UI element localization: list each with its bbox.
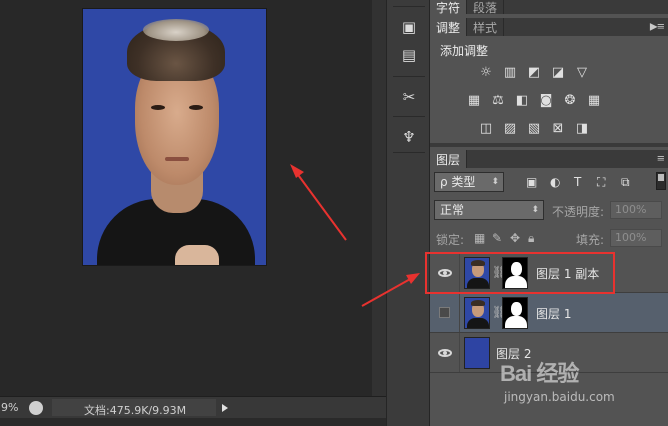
adjustments-panel-menu-icon[interactable]: ▶≡	[650, 22, 665, 33]
color-balance-icon[interactable]: ⚖	[490, 94, 506, 108]
adjustments-tab-bar: 调整 样式 ▶≡	[430, 18, 668, 36]
selective-color-icon[interactable]: ◨	[574, 122, 590, 136]
lock-row: 锁定: ▦ ✎ ✥ 🔒︎ 填充: 100%	[430, 226, 668, 252]
curves-icon[interactable]: ◩	[526, 66, 542, 80]
document-info: 文档:475.9K/9.93M	[84, 404, 187, 417]
adjustments-title: 添加调整	[440, 44, 489, 58]
blend-mode-value: 正常	[440, 203, 465, 217]
opacity-value: 100%	[615, 203, 647, 216]
opacity-field[interactable]: 100%	[610, 201, 662, 219]
layer-mask-thumbnail[interactable]	[502, 297, 528, 329]
brightness-icon[interactable]: ☼	[478, 66, 494, 80]
brushes-panel-icon[interactable]: ♆	[398, 126, 420, 148]
vibrance-icon[interactable]: ▽	[574, 66, 590, 80]
visibility-toggle[interactable]	[430, 293, 460, 332]
zoom-icon[interactable]	[29, 401, 43, 415]
bottom-strip	[0, 418, 386, 426]
filter-toggle[interactable]	[656, 172, 666, 190]
opacity-label: 不透明度:	[552, 205, 605, 219]
visibility-box	[439, 307, 450, 318]
document-canvas[interactable]	[0, 0, 372, 396]
layer-kind-label: ρ 类型	[440, 175, 476, 189]
watermark-logo: Bai 经验	[500, 361, 579, 386]
tool-presets-icon[interactable]: ✂	[398, 86, 420, 108]
channel-mixer-icon[interactable]: ❂	[562, 94, 578, 108]
layers-tab-bar: 图层 ≡	[430, 150, 668, 168]
layer-kind-filter[interactable]: ρ 类型 ⬍	[434, 172, 504, 192]
layer-thumbnail	[464, 337, 490, 369]
lock-transparent-icon[interactable]: ▦	[474, 231, 485, 245]
annotation-arrow-canvas	[290, 164, 347, 241]
blend-row: 正常 ⬍ 不透明度: 100%	[430, 198, 668, 224]
history-panel-icon[interactable]: ▣	[398, 16, 420, 38]
status-menu-arrow-icon[interactable]	[222, 404, 228, 412]
notes-panel-icon[interactable]: ▤	[398, 44, 420, 66]
visibility-toggle[interactable]	[430, 333, 460, 372]
gradient-map-icon[interactable]: ⊠	[550, 122, 566, 136]
eye-icon	[437, 348, 452, 357]
hue-saturation-icon[interactable]: ▦	[466, 94, 482, 108]
layer-name: 图层 1	[536, 307, 572, 321]
layer-thumbnail	[464, 297, 490, 329]
invert-icon[interactable]: ◫	[478, 122, 494, 136]
tab-styles[interactable]: 样式	[467, 18, 505, 36]
black-white-icon[interactable]: ◧	[514, 94, 530, 108]
tab-layers[interactable]: 图层	[430, 150, 468, 168]
watermark: Bai 经验 jingyan.baidu.com	[500, 356, 660, 416]
layer-filter-row: ρ 类型 ⬍ ▣ ◐ T ⛶ ⧉	[430, 170, 668, 196]
fill-field[interactable]: 100%	[610, 229, 662, 247]
lock-all-icon[interactable]: 🔒︎	[528, 231, 534, 246]
blend-mode-select[interactable]: 正常 ⬍	[434, 200, 544, 220]
collapsed-panel-strip: ▣ ▤ ✂ ♆	[386, 0, 430, 426]
layer-row[interactable]: ⛓ 图层 1	[430, 293, 668, 333]
chevron-down-icon: ⬍	[531, 205, 539, 215]
panel-divider	[430, 143, 668, 147]
tab-paragraph[interactable]: 段落	[467, 0, 505, 15]
lock-position-icon[interactable]: ✥	[510, 231, 520, 245]
filter-type-icon[interactable]: T	[574, 175, 581, 189]
filter-adjustment-icon[interactable]: ◐	[550, 175, 560, 189]
filter-smart-object-icon[interactable]: ⧉	[621, 175, 630, 190]
annotation-highlight-box	[425, 252, 615, 294]
watermark-site: jingyan.baidu.com	[504, 390, 615, 404]
photo-filter-icon[interactable]: ◙	[538, 94, 554, 108]
layers-panel-menu-icon[interactable]: ≡	[657, 154, 665, 165]
tab-character[interactable]: 字符	[430, 0, 468, 15]
character-tab-bar: 字符 段落	[430, 0, 668, 15]
lock-label: 锁定:	[436, 233, 465, 247]
fill-value: 100%	[615, 231, 647, 244]
chevron-down-icon: ⬍	[491, 177, 499, 187]
status-bar: 9% 文档:475.9K/9.93M	[0, 396, 386, 418]
zoom-level[interactable]: 9%	[1, 401, 18, 414]
color-lookup-icon[interactable]: ▦	[586, 94, 602, 108]
exposure-icon[interactable]: ◪	[550, 66, 566, 80]
fill-label: 填充:	[576, 233, 605, 247]
lock-image-icon[interactable]: ✎	[492, 231, 502, 245]
tab-adjustments[interactable]: 调整	[430, 18, 468, 36]
posterize-icon[interactable]: ▨	[502, 122, 518, 136]
canvas-scrollbar[interactable]	[372, 0, 386, 396]
threshold-icon[interactable]: ▧	[526, 122, 542, 136]
filter-shape-icon[interactable]: ⛶	[597, 175, 605, 190]
filter-pixel-icon[interactable]: ▣	[526, 175, 537, 189]
levels-icon[interactable]: ▥	[502, 66, 518, 80]
